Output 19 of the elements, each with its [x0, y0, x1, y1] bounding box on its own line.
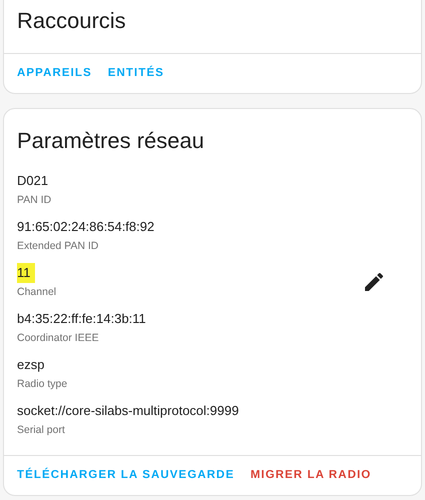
setting-label: Radio type	[17, 377, 68, 392]
action-button[interactable]: TÉLÉCHARGER LA SAUVEGARDE	[9, 459, 242, 491]
setting-value: ezsp	[17, 356, 44, 374]
setting-value: 11	[17, 263, 34, 283]
setting-value: D021	[17, 172, 48, 190]
setting-value: socket://core-silabs-multiprotocol:9999	[17, 402, 239, 420]
setting-label: PAN ID	[17, 193, 52, 208]
action-button[interactable]: APPAREILS	[9, 57, 100, 89]
edit-icon[interactable]	[362, 270, 386, 294]
setting-value: b4:35:22:ff:fe:14:3b:11	[17, 310, 146, 328]
setting-label: Channel	[17, 285, 56, 300]
card-title: Paramètres réseau	[16, 127, 206, 155]
action-button[interactable]: ENTITÉS	[100, 57, 172, 89]
card-title: Raccourcis	[16, 7, 127, 35]
setting-label: Coordinator IEEE	[17, 331, 99, 346]
setting-label: Extended PAN ID	[17, 239, 99, 254]
action-button[interactable]: MIGRER LA RADIO	[242, 459, 380, 491]
setting-value: 91:65:02:24:86:54:f8:92	[17, 218, 154, 236]
setting-label: Serial port	[17, 423, 65, 438]
